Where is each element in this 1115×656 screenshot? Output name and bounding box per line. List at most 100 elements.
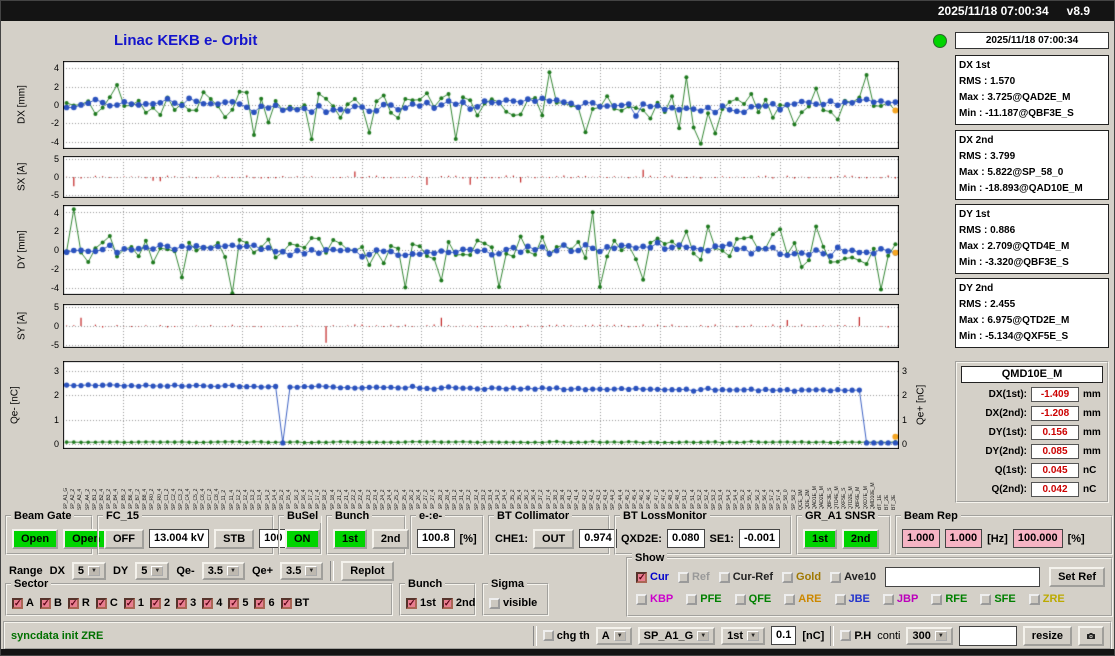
show-checkbox-kbp[interactable] bbox=[636, 593, 647, 605]
range-dy-select[interactable]: 5 ▼ bbox=[135, 562, 170, 580]
show-checkbox-curref[interactable] bbox=[718, 571, 730, 583]
show-item-qfe: QFE bbox=[734, 593, 771, 605]
busel-on-button[interactable]: ON bbox=[285, 528, 320, 549]
group-legend: Show bbox=[632, 551, 668, 565]
sector-checkboxes: ✓ A ✓ B ✓ R ✓ C ✓ 1 ✓ 2 ✓ 3 ✓ 4 ✓ 5 ✓ 6 ✓ BT bbox=[12, 597, 309, 609]
ph-checkbox[interactable] bbox=[840, 630, 852, 641]
dropdown-arrow-icon: ▼ bbox=[697, 630, 710, 641]
y-tick-label: 2 bbox=[53, 81, 59, 92]
x-axis-label: SP_13_4 bbox=[257, 489, 264, 510]
sector-item-5: ✓ 5 bbox=[228, 597, 248, 609]
show-checkbox-sfe[interactable] bbox=[980, 593, 992, 605]
x-axis-label: SP_47_4 bbox=[660, 489, 667, 510]
sector-checkbox-bt[interactable]: ✓ bbox=[280, 597, 292, 609]
x-axis-label: SP_B1_2 bbox=[91, 488, 98, 510]
bpm-row-label: DY(2nd): bbox=[985, 446, 1027, 457]
group-legend: Sector bbox=[11, 577, 52, 591]
show-item-kbp: KBP bbox=[636, 593, 673, 605]
x-axis-label: SP_26_2 bbox=[408, 489, 415, 510]
show-checkbox-are[interactable] bbox=[784, 593, 796, 605]
x-axis-label: SP_A3_4 bbox=[77, 488, 84, 510]
sector-item-3: ✓ 3 bbox=[176, 597, 196, 609]
x-axis-label: SP_12_2 bbox=[235, 489, 242, 510]
replot-button[interactable]: Replot bbox=[341, 561, 394, 581]
snsr-1st-button[interactable]: 1st bbox=[803, 528, 837, 549]
bunch-view-checkbox-1st[interactable]: ✓ bbox=[406, 597, 417, 609]
sector-checkbox-4[interactable]: ✓ bbox=[202, 597, 214, 609]
se1-label: SE1: bbox=[709, 532, 734, 545]
show-checkbox-rfe[interactable] bbox=[931, 593, 943, 605]
sector-select[interactable]: A ▼ bbox=[595, 626, 632, 645]
ref-file-input[interactable] bbox=[885, 567, 1041, 587]
fc15-off-button[interactable]: OFF bbox=[104, 528, 144, 549]
bunch-2nd-button[interactable]: 2nd bbox=[371, 528, 410, 549]
x-axis-label: QTD4E_M bbox=[833, 486, 840, 510]
snsr-2nd-button[interactable]: 2nd bbox=[841, 528, 880, 549]
show-checkbox-cur[interactable]: ✓ bbox=[636, 571, 647, 583]
group-legend: Beam Gate bbox=[11, 509, 75, 523]
show-label-pfe: PFE bbox=[700, 593, 722, 605]
dropdown-arrow-icon: ▼ bbox=[305, 566, 318, 576]
beam-rep-group: Beam Rep 1.000 1.000 [Hz] 100.000 [%] bbox=[895, 509, 1113, 555]
fc15-kv-readout: 13.004 kV bbox=[149, 529, 210, 548]
x-axis-label: SP_R0_4 bbox=[156, 488, 163, 510]
stat-max: Max : 6.975@QTD2E_M bbox=[959, 315, 1070, 326]
interval-select[interactable]: 300 ▼ bbox=[906, 626, 953, 645]
range-dx-select[interactable]: 5 ▼ bbox=[71, 562, 106, 580]
show-item-curref: Cur-Ref bbox=[718, 571, 773, 583]
fc15-stb-button[interactable]: STB bbox=[214, 528, 255, 549]
sector-checkbox-c[interactable]: ✓ bbox=[95, 597, 107, 609]
sector-checkbox-2[interactable]: ✓ bbox=[149, 597, 161, 609]
threshold-field[interactable]: 0.1 bbox=[771, 626, 797, 645]
show-checkbox-pfe[interactable] bbox=[686, 593, 698, 605]
busel-group: BuSel ON bbox=[278, 509, 322, 555]
sector-checkbox-a[interactable]: ✓ bbox=[12, 597, 23, 609]
x-axis-label: SP_A4_2 bbox=[84, 488, 91, 510]
sigma-visible-checkbox[interactable] bbox=[489, 597, 500, 609]
sector-checkbox-r[interactable]: ✓ bbox=[67, 597, 79, 609]
bunch-view-checkbox-2nd[interactable]: ✓ bbox=[441, 597, 453, 609]
sector-checkbox-6[interactable]: ✓ bbox=[254, 597, 266, 609]
show-checkbox-qfe[interactable] bbox=[734, 593, 746, 605]
x-axis-label: SP_45_2 bbox=[624, 489, 631, 510]
sector-checkbox-b[interactable]: ✓ bbox=[39, 597, 51, 609]
y-tick-label: 2 bbox=[53, 390, 59, 401]
show-checkbox-ave10[interactable] bbox=[830, 571, 842, 583]
range-qem-select[interactable]: 3.5 ▼ bbox=[201, 562, 245, 580]
x-axis-label: SP_44_4 bbox=[617, 489, 624, 510]
show-checkbox-gold[interactable] bbox=[782, 571, 794, 583]
beam-gate-open-1-button[interactable]: Open bbox=[12, 528, 59, 549]
statusbar-input[interactable] bbox=[958, 625, 1017, 646]
sector-checkbox-3[interactable]: ✓ bbox=[176, 597, 188, 609]
x-axis-label: SP_46_4 bbox=[646, 489, 653, 510]
sector-checkbox-1[interactable]: ✓ bbox=[123, 597, 135, 609]
range-qep-select[interactable]: 3.5 ▼ bbox=[280, 562, 324, 580]
show-label-sfe: SFE bbox=[994, 593, 1016, 605]
bunch-view-checkboxes: ✓ 1st ✓ 2nd bbox=[406, 597, 475, 609]
sector-checkbox-5[interactable]: ✓ bbox=[228, 597, 240, 609]
show-checkbox-jbp[interactable] bbox=[882, 593, 894, 605]
show-checkbox-zre[interactable] bbox=[1028, 593, 1040, 605]
sector-item-r: ✓ R bbox=[67, 597, 90, 609]
set-ref-button[interactable]: Set Ref bbox=[1049, 567, 1105, 587]
x-axis-label: SP_R0_2 bbox=[149, 488, 156, 510]
show-checkbox-jbe[interactable] bbox=[834, 593, 846, 605]
show-checkbox-ref[interactable] bbox=[677, 571, 689, 583]
bpm-select[interactable]: SP_A1_G ▼ bbox=[637, 626, 716, 645]
sector-label-4: 4 bbox=[216, 597, 223, 609]
x-axis-label: SP_54_2 bbox=[725, 489, 732, 510]
x-axis-label: SP_51_4 bbox=[689, 489, 696, 510]
ph-label: P.H bbox=[854, 629, 872, 642]
bunch-select[interactable]: 1st ▼ bbox=[721, 626, 766, 645]
resize-button[interactable]: resize bbox=[1022, 625, 1072, 646]
bunch-1st-button[interactable]: 1st bbox=[333, 528, 367, 549]
chg-th-checkbox[interactable] bbox=[542, 630, 554, 641]
x-axis-label: SP_58_2 bbox=[790, 489, 797, 510]
che1-out-button[interactable]: OUT bbox=[533, 528, 575, 549]
x-axis-label: SP_37_2 bbox=[538, 489, 545, 510]
chg-th-item: chg th bbox=[542, 630, 590, 642]
bpm-row-value: 0.085 bbox=[1031, 444, 1079, 459]
screenshot-button[interactable] bbox=[1078, 625, 1104, 646]
beam-rep-value-1: 1.000 bbox=[902, 529, 940, 548]
bpm-row: DX(2nd): -1.208 mm bbox=[961, 404, 1103, 423]
